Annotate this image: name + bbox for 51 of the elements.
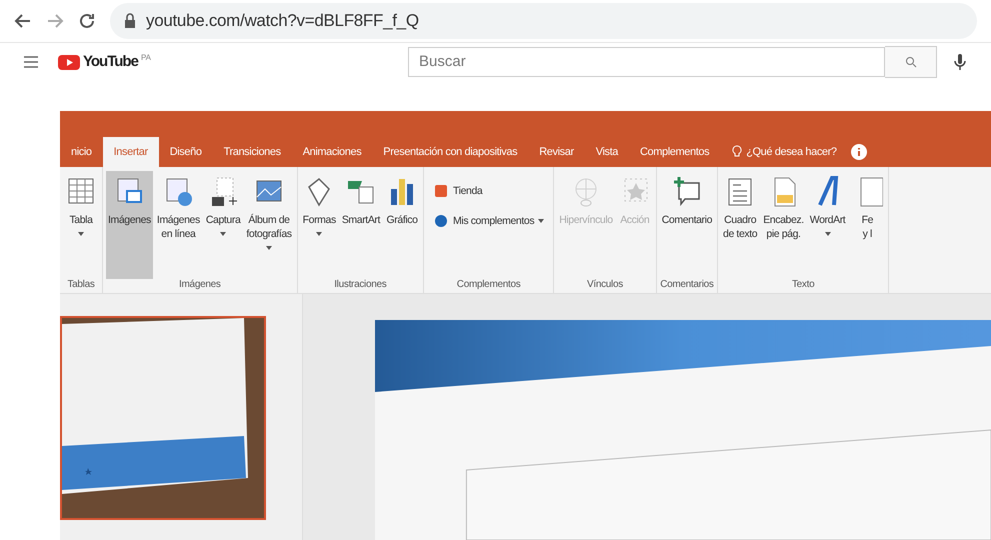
ribbon-button[interactable]: Fe y l	[849, 171, 886, 279]
tell-me-search[interactable]: ¿Qué desea hacer?	[746, 146, 837, 158]
info-icon[interactable]	[850, 144, 867, 160]
ribbon-small-button[interactable]: Mis complementos	[433, 213, 544, 229]
ribbon-button[interactable]: Cuadro de texto	[721, 171, 760, 279]
lightbulb-icon	[732, 145, 742, 159]
ribbon-tab[interactable]: Revisar	[528, 137, 585, 167]
logo-text: YouTube	[83, 52, 138, 70]
slide-thumbnail[interactable]	[60, 316, 266, 520]
ribbon-tab[interactable]: Presentación con diapositivas	[372, 137, 528, 167]
dropdown-caret-icon	[824, 231, 831, 238]
ribbon-button[interactable]: SmartArt	[340, 171, 382, 279]
dropdown-caret-icon	[220, 231, 226, 238]
reload-icon[interactable]	[78, 12, 96, 30]
ribbon-group-label: Imágenes	[178, 279, 222, 290]
ribbon-button[interactable]: Gráfico	[384, 171, 420, 279]
ribbon-button[interactable]: Captura	[204, 171, 242, 279]
ribbon-tab[interactable]: Animaciones	[292, 137, 372, 167]
ribbon-group-label: Comentarios	[660, 279, 714, 290]
ribbon-button[interactable]: WordArt	[808, 171, 848, 279]
search-icon	[904, 56, 916, 68]
ribbon-group-label: Texto	[790, 279, 816, 290]
dropdown-caret-icon	[78, 231, 84, 238]
lock-icon	[124, 12, 136, 30]
back-icon[interactable]	[14, 12, 32, 30]
ribbon-tab[interactable]: Insertar	[102, 137, 159, 167]
ribbon-button[interactable]: Comentario	[660, 171, 714, 279]
ribbon-group-label: Complementos	[456, 279, 522, 290]
ribbon-group-label: Vínculos	[586, 279, 624, 290]
ribbon-button[interactable]: Imágenes	[106, 171, 153, 279]
ribbon-group-label: Ilustraciones	[333, 279, 388, 290]
ribbon-button[interactable]: Álbum de fotografías	[244, 171, 294, 279]
dropdown-caret-icon	[266, 245, 272, 252]
search-field[interactable]: Buscar	[408, 46, 885, 77]
region-label: PA	[140, 52, 152, 62]
address-bar[interactable]: youtube.com/watch?v=dBLF8FF_f_Q	[110, 2, 977, 39]
ribbon-tab[interactable]: Diseño	[158, 137, 213, 167]
url-text: youtube.com/watch?v=dBLF8FF_f_Q	[146, 10, 419, 31]
ribbon-small-button[interactable]: Tienda	[433, 183, 544, 199]
dropdown-caret-icon	[538, 218, 544, 224]
ribbon-group-label: Tablas	[66, 279, 96, 290]
dropdown-caret-icon	[316, 231, 322, 238]
ribbon-button[interactable]: Encabez. pie pág.	[761, 171, 806, 279]
ribbon-button[interactable]: Tabla	[63, 171, 99, 279]
ribbon-button[interactable]: Formas	[300, 171, 338, 279]
ribbon-button[interactable]: Imágenes en línea	[154, 171, 202, 279]
ribbon-tab[interactable]: Transiciones	[212, 137, 292, 167]
ribbon-tab[interactable]: Vista	[584, 137, 629, 167]
ribbon-tab[interactable]: Complementos	[629, 137, 720, 167]
play-logo-icon	[58, 52, 80, 71]
ribbon-tab[interactable]: nicio	[60, 137, 103, 167]
